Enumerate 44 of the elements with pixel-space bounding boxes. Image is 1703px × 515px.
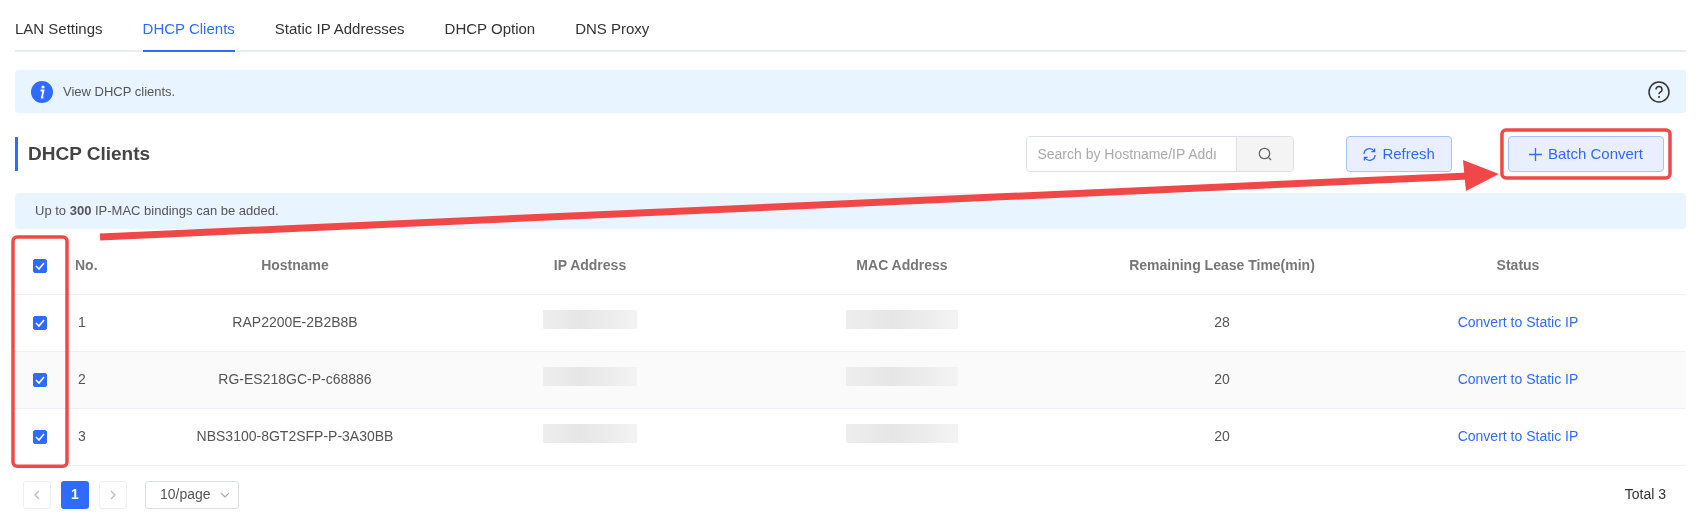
checkbox[interactable] bbox=[33, 316, 47, 331]
search-field[interactable]: Search by Hostname/IP Addı bbox=[1026, 136, 1295, 172]
tab[interactable]: DNS Proxy bbox=[575, 17, 650, 52]
section-title: DHCP Clients bbox=[15, 137, 151, 171]
table-cell: NBS3100-8GT2SFP-P-3A30BB bbox=[196, 428, 394, 444]
table-cell: 3 bbox=[78, 428, 86, 444]
checkbox[interactable] bbox=[33, 259, 47, 274]
chevron-left-icon bbox=[34, 489, 40, 500]
tab[interactable]: Static IP Addresses bbox=[274, 17, 405, 52]
batch-convert-button[interactable]: Batch Convert bbox=[1507, 136, 1664, 172]
table-cell: RG-ES218GC-P-c68886 bbox=[218, 371, 372, 387]
convert-link[interactable]: Convert to Static IP bbox=[1457, 371, 1579, 387]
convert-link[interactable]: Convert to Static IP bbox=[1457, 428, 1579, 444]
refresh-icon bbox=[1363, 147, 1377, 161]
table-cell: 2 bbox=[78, 371, 86, 387]
convert-link[interactable]: Convert to Static IP bbox=[1457, 314, 1579, 330]
column-header: Hostname bbox=[261, 256, 329, 273]
plus-icon bbox=[1528, 147, 1542, 161]
table-cell: 28 bbox=[1214, 314, 1230, 330]
total-count: Total 3 bbox=[1624, 485, 1666, 504]
table-cell: RAP2200E-2B2B8B bbox=[232, 314, 358, 330]
search-icon bbox=[1258, 147, 1273, 161]
tab[interactable]: LAN Settings bbox=[15, 17, 103, 52]
table-cell: 20 bbox=[1214, 371, 1230, 387]
tab[interactable]: DHCP Clients bbox=[142, 17, 235, 52]
table-cell: 1 bbox=[78, 314, 86, 330]
checkbox[interactable] bbox=[33, 373, 47, 388]
page-size-select[interactable]: 10/page bbox=[145, 480, 239, 509]
column-header: MAC Address bbox=[856, 256, 948, 273]
column-header: No. bbox=[75, 256, 98, 273]
tab[interactable]: DHCP Option bbox=[444, 17, 536, 52]
chevron-right-icon bbox=[110, 489, 116, 500]
chevron-down-icon bbox=[220, 491, 230, 498]
refresh-button[interactable]: Refresh bbox=[1346, 136, 1452, 172]
checkbox[interactable] bbox=[33, 430, 47, 445]
column-header: Status bbox=[1496, 256, 1540, 273]
notice-text: Up to 300 IP-MAC bindings can be added. bbox=[35, 202, 279, 221]
page-button[interactable]: 1 bbox=[61, 480, 89, 509]
help-icon[interactable] bbox=[1648, 80, 1670, 103]
info-text: View DHCP clients. bbox=[63, 82, 176, 101]
table-cell: 20 bbox=[1214, 428, 1230, 444]
info-icon bbox=[31, 80, 53, 103]
column-header: IP Address bbox=[553, 256, 627, 273]
column-header: Remaining Lease Time(min) bbox=[1129, 256, 1315, 273]
